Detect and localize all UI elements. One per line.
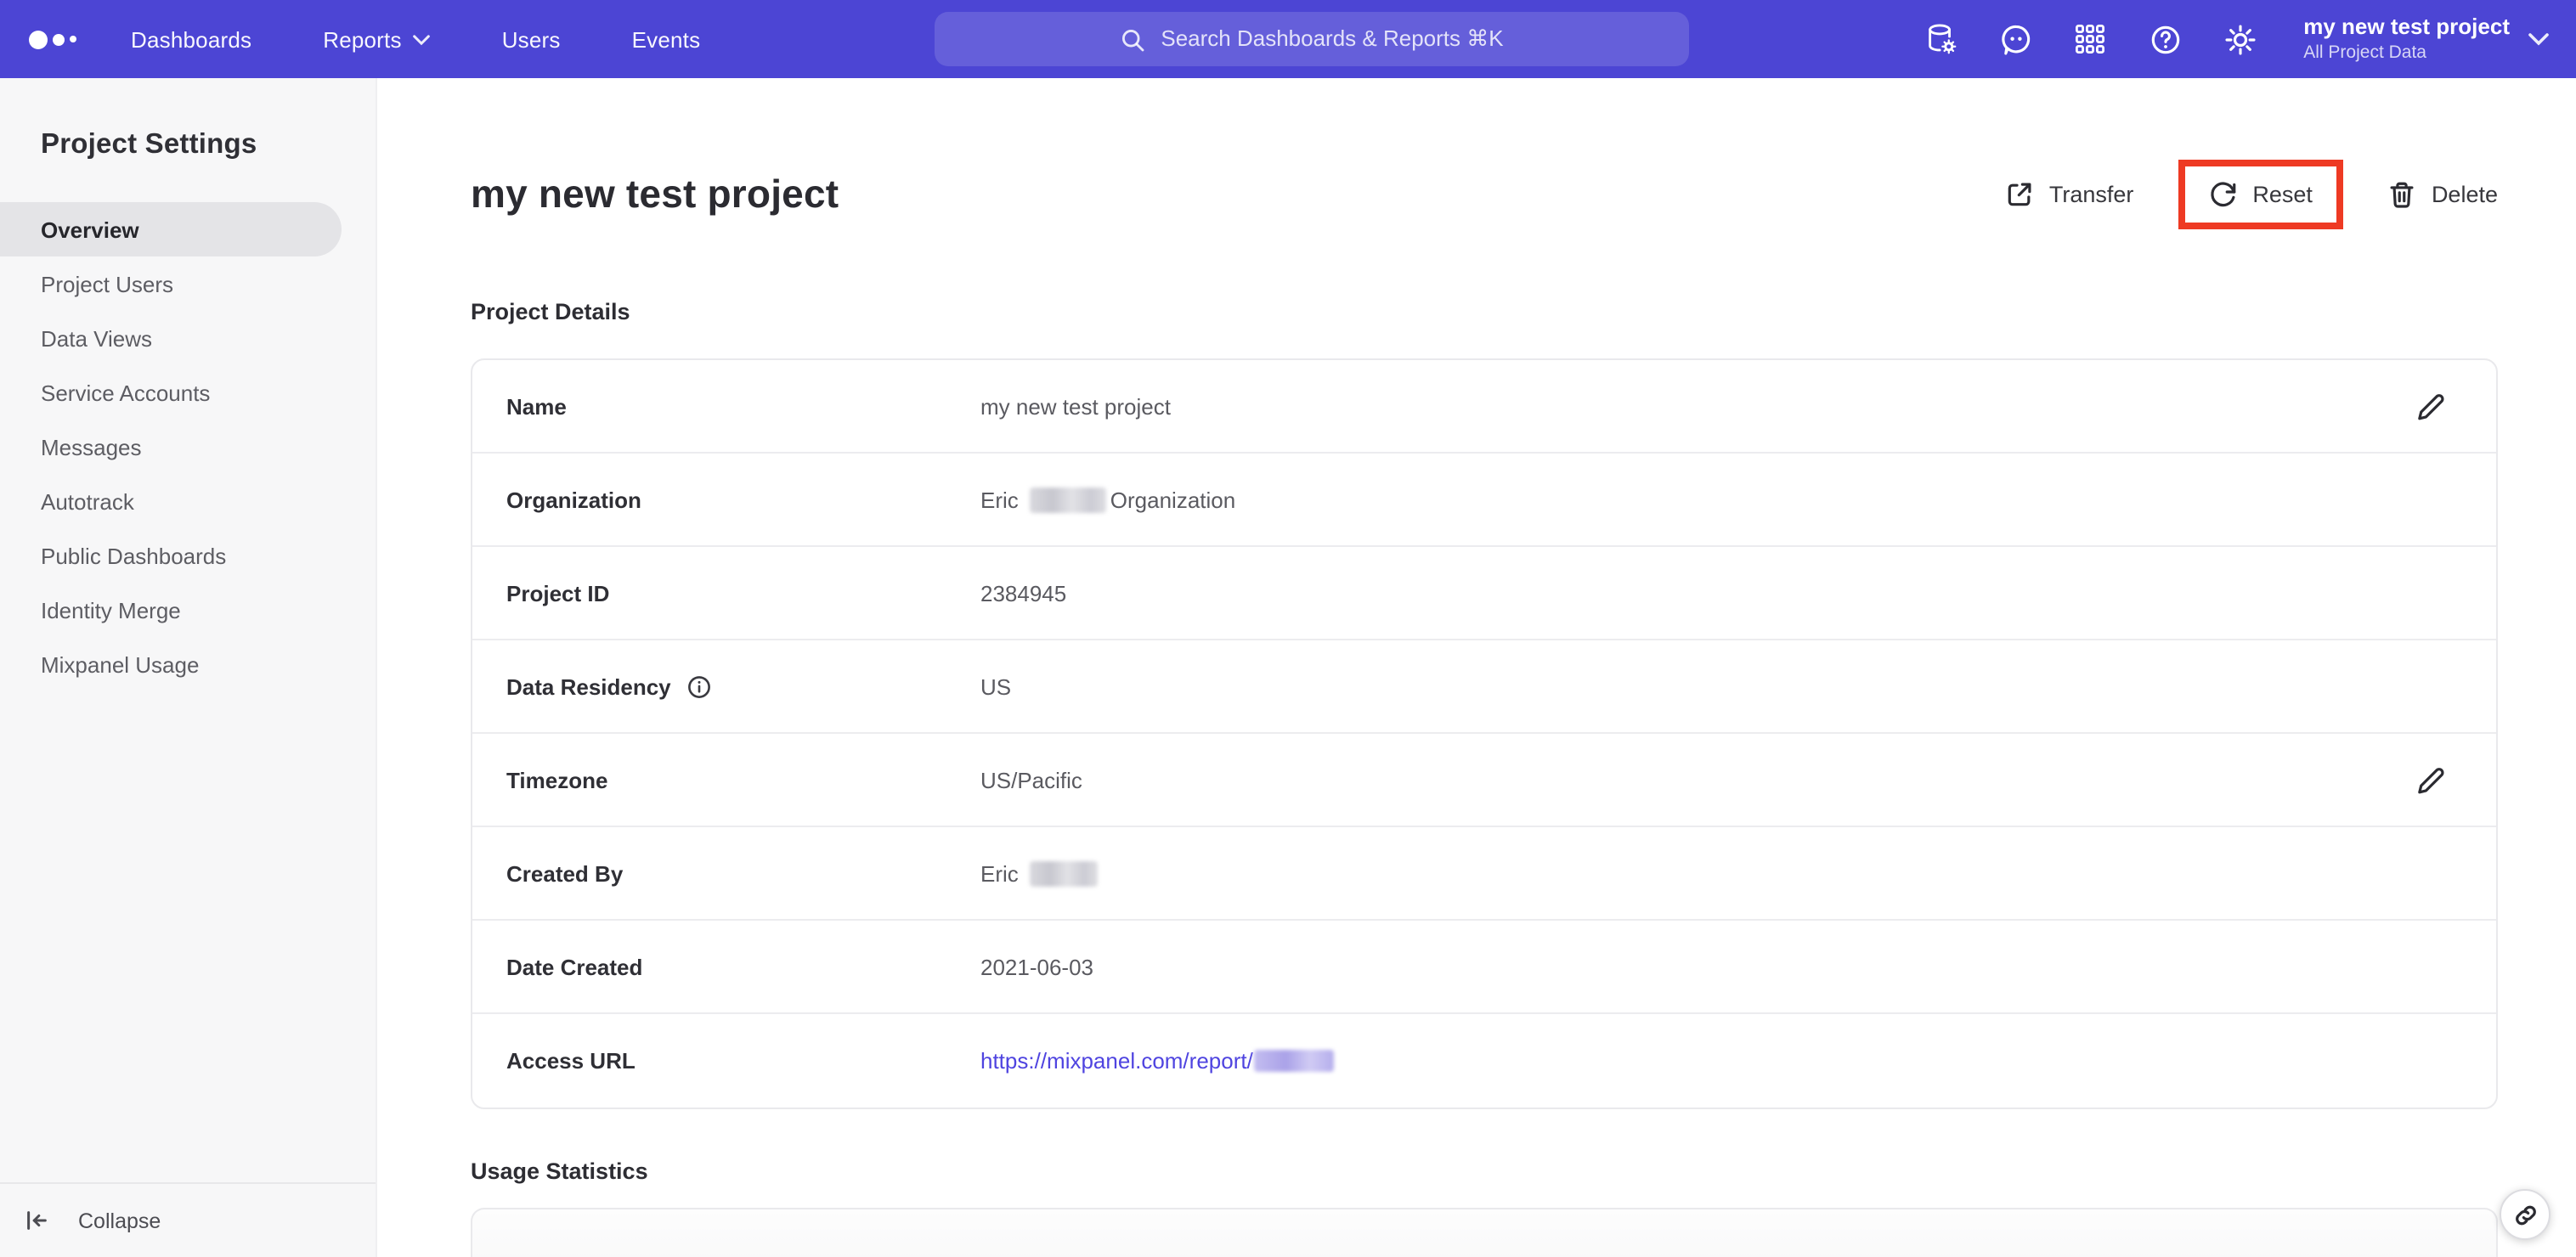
- help-icon[interactable]: [2147, 21, 2183, 57]
- nav-item-dashboards[interactable]: Dashboards: [131, 26, 251, 52]
- access-url-value: https://mixpanel.com/report/: [980, 1048, 2445, 1074]
- collapse-icon: [27, 1211, 47, 1230]
- sidebar-item-service-accounts[interactable]: Service Accounts: [0, 365, 342, 420]
- detail-row-date-created: Date Created 2021-06-03: [472, 921, 2496, 1014]
- nav-item-events[interactable]: Events: [632, 26, 701, 52]
- redacted-text: [1030, 860, 1099, 886]
- chevron-down-icon: [413, 34, 431, 45]
- reset-button[interactable]: Reset: [2208, 179, 2313, 208]
- nav-item-users[interactable]: Users: [502, 26, 561, 52]
- link-icon: [2515, 1204, 2535, 1225]
- info-icon[interactable]: [686, 674, 712, 699]
- collapse-sidebar-button[interactable]: Collapse: [0, 1182, 376, 1257]
- nav-item-reports[interactable]: Reports: [323, 26, 431, 52]
- edit-timezone-icon[interactable]: [2416, 765, 2445, 794]
- usage-statistics-card: [471, 1208, 2498, 1257]
- sidebar-item-project-users[interactable]: Project Users: [0, 256, 342, 311]
- sidebar-item-identity-merge[interactable]: Identity Merge: [0, 583, 342, 637]
- detail-row-name: Name my new test project: [472, 360, 2496, 454]
- project-switcher-scope: All Project Data: [2303, 42, 2426, 63]
- main-content: my new test project Transfer Reset Delet…: [377, 78, 2576, 1257]
- redacted-text: [1254, 1050, 1335, 1072]
- search-icon: [1122, 29, 1144, 51]
- section-title-usage-statistics: Usage Statistics: [471, 1158, 648, 1184]
- section-title-project-details: Project Details: [471, 299, 630, 324]
- mixpanel-logo[interactable]: [0, 30, 100, 48]
- project-details-card: Name my new test project Organization Er…: [471, 358, 2498, 1109]
- annotation-highlight: Reset: [2178, 159, 2343, 228]
- transfer-button[interactable]: Transfer: [2005, 179, 2133, 208]
- reset-icon: [2210, 181, 2235, 206]
- sidebar-item-data-views[interactable]: Data Views: [0, 311, 342, 365]
- trash-icon: [2390, 181, 2414, 207]
- sidebar-title: Project Settings: [41, 129, 257, 160]
- sidebar-item-messages[interactable]: Messages: [0, 420, 342, 474]
- detail-row-created-by: Created By Eric: [472, 827, 2496, 921]
- delete-button[interactable]: Delete: [2387, 179, 2498, 208]
- search-input[interactable]: Search Dashboards & Reports ⌘K: [935, 12, 1689, 66]
- sidebar-item-public-dashboards[interactable]: Public Dashboards: [0, 528, 342, 583]
- edit-name-icon[interactable]: [2416, 392, 2445, 420]
- data-management-icon[interactable]: [1923, 21, 1958, 57]
- data-residency-value: US: [980, 674, 1012, 699]
- nav-links: Dashboards Reports Users Events: [131, 26, 700, 52]
- settings-sidebar: Project Settings Overview Project Users …: [0, 78, 377, 1257]
- detail-row-timezone: Timezone US/Pacific: [472, 734, 2496, 827]
- redacted-text: [1030, 487, 1107, 512]
- chevron-down-icon: [2528, 33, 2549, 46]
- date-created-value: 2021-06-03: [980, 954, 1093, 979]
- detail-row-organization: Organization Eric Organization: [472, 454, 2496, 547]
- search-placeholder: Search Dashboards & Reports ⌘K: [1161, 25, 1504, 51]
- mixpanel-project-settings-page: Dashboards Reports Users Events Search D…: [0, 0, 2576, 1257]
- apps-grid-icon[interactable]: [2072, 21, 2108, 57]
- sidebar-item-overview[interactable]: Overview: [0, 202, 342, 256]
- top-nav: Dashboards Reports Users Events Search D…: [0, 0, 2576, 78]
- copy-link-button[interactable]: [2500, 1189, 2551, 1240]
- detail-row-data-residency: Data Residency US: [472, 640, 2496, 734]
- project-switcher[interactable]: my new test project All Project Data: [2303, 14, 2549, 63]
- detail-row-project-id: Project ID 2384945: [472, 547, 2496, 640]
- timezone-value: US/Pacific: [980, 767, 1082, 792]
- transfer-icon: [2008, 182, 2031, 206]
- name-value: my new test project: [980, 393, 1171, 419]
- detail-row-access-url: Access URL https://mixpanel.com/report/: [472, 1014, 2496, 1108]
- nav-right-cluster: my new test project All Project Data: [1923, 0, 2576, 78]
- sidebar-item-mixpanel-usage[interactable]: Mixpanel Usage: [0, 637, 342, 691]
- project-id-value: 2384945: [980, 580, 1067, 606]
- settings-gear-icon[interactable]: [2222, 21, 2257, 57]
- sidebar-item-autotrack[interactable]: Autotrack: [0, 474, 342, 528]
- pencil-icon: [2418, 767, 2444, 793]
- organization-value: Eric Organization: [980, 487, 1236, 512]
- page-title: my new test project: [471, 171, 839, 215]
- project-switcher-name: my new test project: [2303, 14, 2510, 39]
- access-url-link[interactable]: https://mixpanel.com/report/: [980, 1048, 1253, 1074]
- project-actions: Transfer Reset Delete: [2005, 159, 2498, 228]
- created-by-value: Eric: [980, 860, 2445, 886]
- feedback-icon[interactable]: [1997, 21, 2033, 57]
- pencil-icon: [2418, 393, 2444, 420]
